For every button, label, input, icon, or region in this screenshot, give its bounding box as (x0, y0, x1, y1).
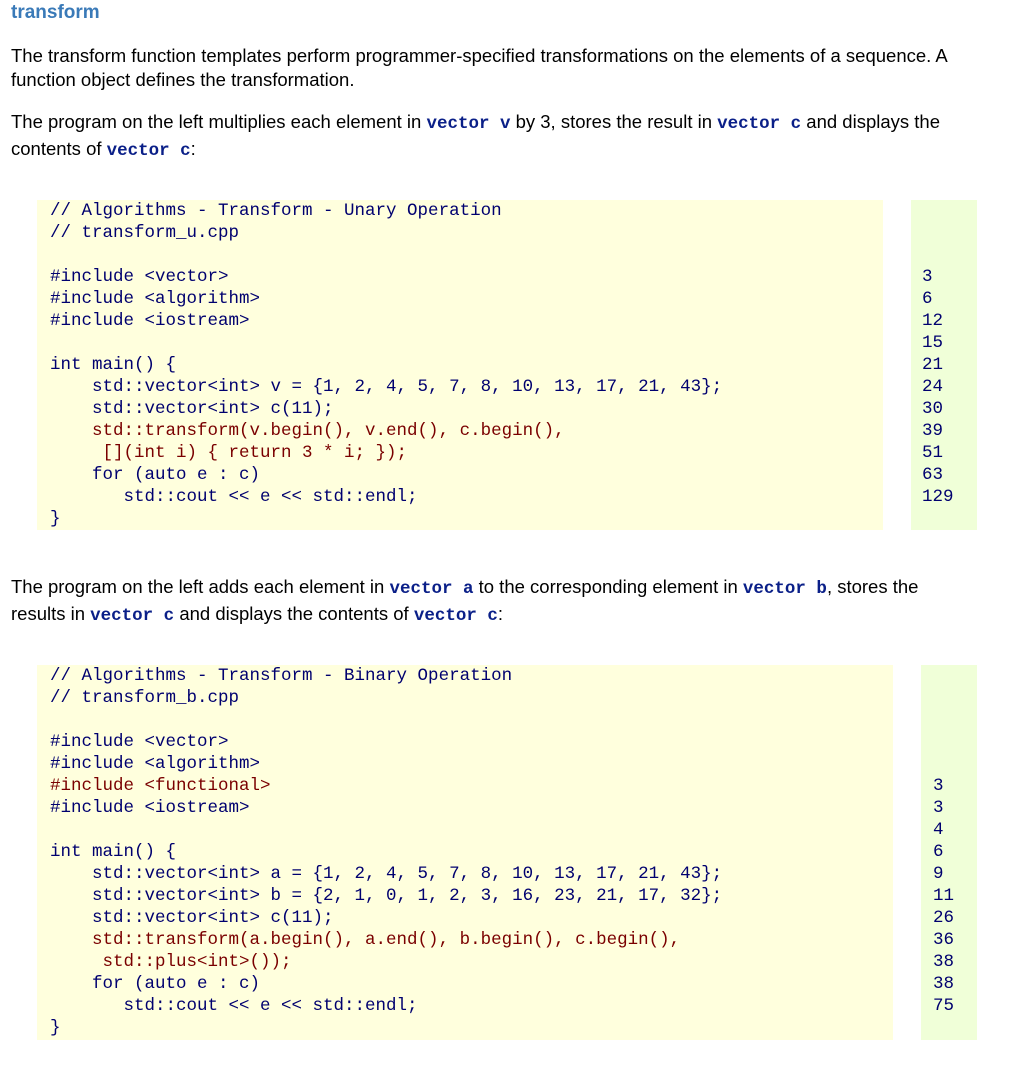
code-keyword: vector c (717, 114, 802, 134)
output-line: 38 (933, 952, 955, 972)
code-line: // Algorithms - Transform - Binary Opera… (50, 666, 513, 686)
text-run: results in (11, 602, 91, 624)
binary-description: The program on the left adds each elemen… (11, 575, 1006, 628)
code-keyword: vector c (106, 140, 191, 161)
output-line: 63 (922, 465, 944, 485)
intro-paragraph: The transform function templates perform… (11, 44, 1006, 91)
output-line: 12 (922, 311, 944, 331)
code-line: for (auto e : c) (50, 465, 261, 485)
page-title: transform (11, 2, 100, 23)
output-line: 51 (922, 443, 944, 463)
code-line: // transform_u.cpp (50, 223, 240, 243)
output-line: 39 (922, 421, 944, 441)
binary-code-listing: // Algorithms - Transform - Binary Opera… (50, 665, 722, 1039)
code-line: #include <algorithm> (50, 754, 261, 774)
text-run: by 3, stores the result in (510, 111, 718, 132)
code-line: #include <algorithm> (50, 289, 261, 309)
text-run: : (190, 137, 196, 159)
output-line: 26 (933, 908, 955, 928)
output-line: 36 (933, 930, 955, 950)
binary-output-listing: 3 3 4 6 9 11 26 36 38 38 75 (933, 775, 954, 1017)
text-run: and displays the contents of (174, 602, 414, 624)
output-line: 6 (922, 289, 933, 309)
code-keyword: vector b (742, 579, 827, 599)
output-line: 21 (922, 355, 944, 375)
code-line: std::vector<int> c(11); (50, 399, 334, 419)
code-line: #include <vector> (50, 732, 229, 752)
output-line: 9 (933, 864, 944, 884)
unary-description: The program on the left multiplies each … (11, 110, 1006, 163)
code-line: std::vector<int> b = {2, 1, 0, 1, 2, 3, … (50, 886, 723, 906)
text-run: The program on the left multiplies each … (11, 111, 427, 132)
output-line: 15 (922, 333, 944, 353)
output-line: 6 (933, 842, 944, 862)
code-line: // Algorithms - Transform - Unary Operat… (50, 201, 502, 221)
text-run: contents of (11, 137, 107, 159)
code-line: std::transform(a.begin(), a.end(), b.beg… (50, 930, 681, 950)
output-line: 75 (933, 996, 955, 1016)
code-line: std::vector<int> a = {1, 2, 4, 5, 7, 8, … (50, 864, 723, 884)
code-line: #include <vector> (50, 267, 229, 287)
code-line: [](int i) { return 3 * i; }); (50, 443, 408, 463)
unary-output-listing: 3 6 12 15 21 24 30 39 51 63 129 (922, 266, 954, 508)
output-line: 129 (922, 487, 954, 507)
output-line: 24 (922, 377, 944, 397)
code-line: } (50, 509, 61, 529)
code-line: std::vector<int> c(11); (50, 908, 334, 928)
code-line: // transform_b.cpp (50, 688, 240, 708)
intro-line-1: The transform function templates perform… (11, 45, 948, 66)
output-line: 3 (933, 798, 944, 818)
output-line: 3 (933, 776, 944, 796)
code-line: int main() { (50, 355, 177, 375)
output-line: 3 (922, 267, 933, 287)
intro-line-2: function object defines the transformati… (11, 68, 355, 90)
code-line: #include <iostream> (50, 311, 250, 331)
code-line: #include <iostream> (50, 798, 250, 818)
text-run: to the corresponding element in (473, 576, 743, 597)
output-line: 30 (922, 399, 944, 419)
code-line: std::cout << e << std::endl; (50, 996, 418, 1016)
output-line: 4 (933, 820, 944, 840)
code-keyword: vector c (90, 605, 175, 626)
code-keyword: vector c (413, 605, 498, 626)
text-run: The program on the left adds each elemen… (11, 576, 390, 597)
unary-code-listing: // Algorithms - Transform - Unary Operat… (50, 200, 722, 530)
code-line: #include <functional> (50, 776, 271, 796)
output-line: 38 (933, 974, 955, 994)
code-line: int main() { (50, 842, 177, 862)
text-run: : (497, 602, 503, 624)
code-line: } (50, 1018, 61, 1038)
code-line: std::vector<int> v = {1, 2, 4, 5, 7, 8, … (50, 377, 723, 397)
code-line: for (auto e : c) (50, 974, 261, 994)
code-keyword: vector a (389, 579, 474, 599)
code-keyword: vector v (426, 114, 511, 134)
code-line: std::cout << e << std::endl; (50, 487, 418, 507)
text-run: and displays the (801, 111, 940, 132)
code-line: std::plus<int>()); (50, 952, 292, 972)
code-line: std::transform(v.begin(), v.end(), c.beg… (50, 421, 565, 441)
output-line: 11 (933, 886, 955, 906)
text-run: , stores the (826, 576, 919, 597)
